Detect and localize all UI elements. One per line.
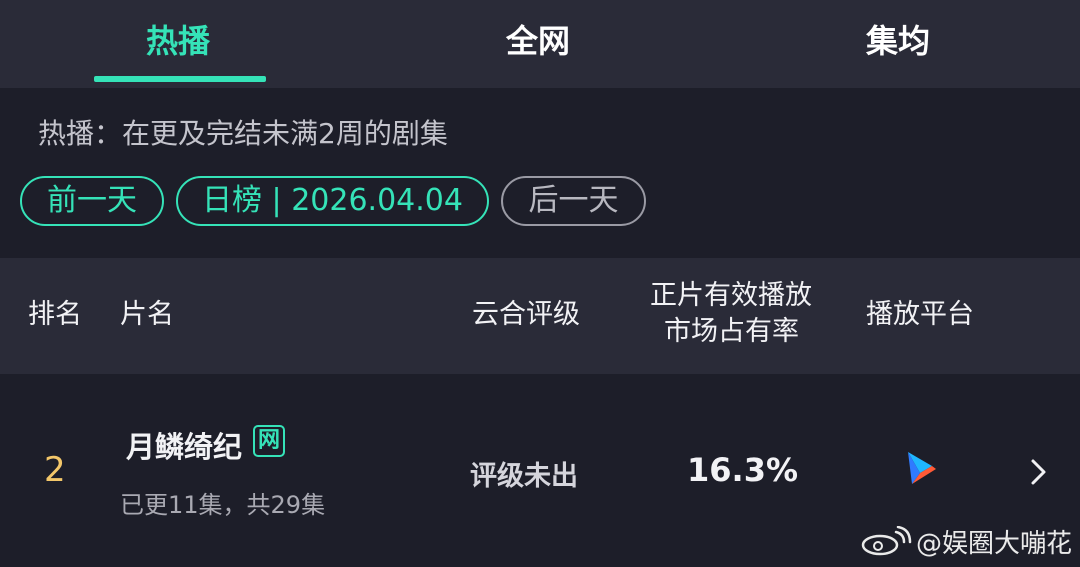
row-market-share: 16.3% (687, 451, 799, 489)
youku-play-icon[interactable] (902, 448, 942, 488)
header-rank: 排名 (28, 299, 82, 330)
watermark-text: @娱圈大嘣花 (916, 528, 1073, 559)
header-share-line2: 市场占有率 (664, 316, 799, 347)
prev-day-button[interactable]: 前一天 (20, 176, 164, 226)
network-drama-badge: 网 (253, 425, 285, 457)
row-episodes: 已更11集，共29集 (120, 491, 326, 519)
tab-hot[interactable]: 热播 (146, 16, 210, 62)
active-tab-indicator (94, 76, 266, 82)
weibo-icon (861, 526, 912, 556)
watermark: @娱圈大嘣花 (858, 524, 1073, 559)
row-rating: 评级未出 (470, 461, 578, 492)
next-day-button[interactable]: 后一天 (501, 176, 646, 226)
row-title[interactable]: 月鳞绮纪 (126, 424, 242, 466)
header-rating: 云合评级 (472, 299, 580, 330)
ranking-description: 热播：在更及完结未满2周的剧集 (38, 117, 448, 150)
tab-episode-average[interactable]: 集均 (866, 16, 930, 62)
header-title: 片名 (120, 299, 174, 330)
chevron-right-icon[interactable] (1030, 458, 1048, 486)
header-platform: 播放平台 (866, 299, 974, 330)
row-rank: 2 (44, 450, 66, 490)
date-selector-button[interactable]: 日榜 | 2026.04.04 (176, 176, 489, 226)
table-header: 排名 片名 云合评级 正片有效播放 市场占有率 播放平台 (0, 258, 1080, 374)
tab-bar: 热播 全网 集均 (0, 0, 1080, 88)
tab-all-network[interactable]: 全网 (506, 16, 570, 62)
header-share-line1: 正片有效播放 (650, 280, 812, 311)
